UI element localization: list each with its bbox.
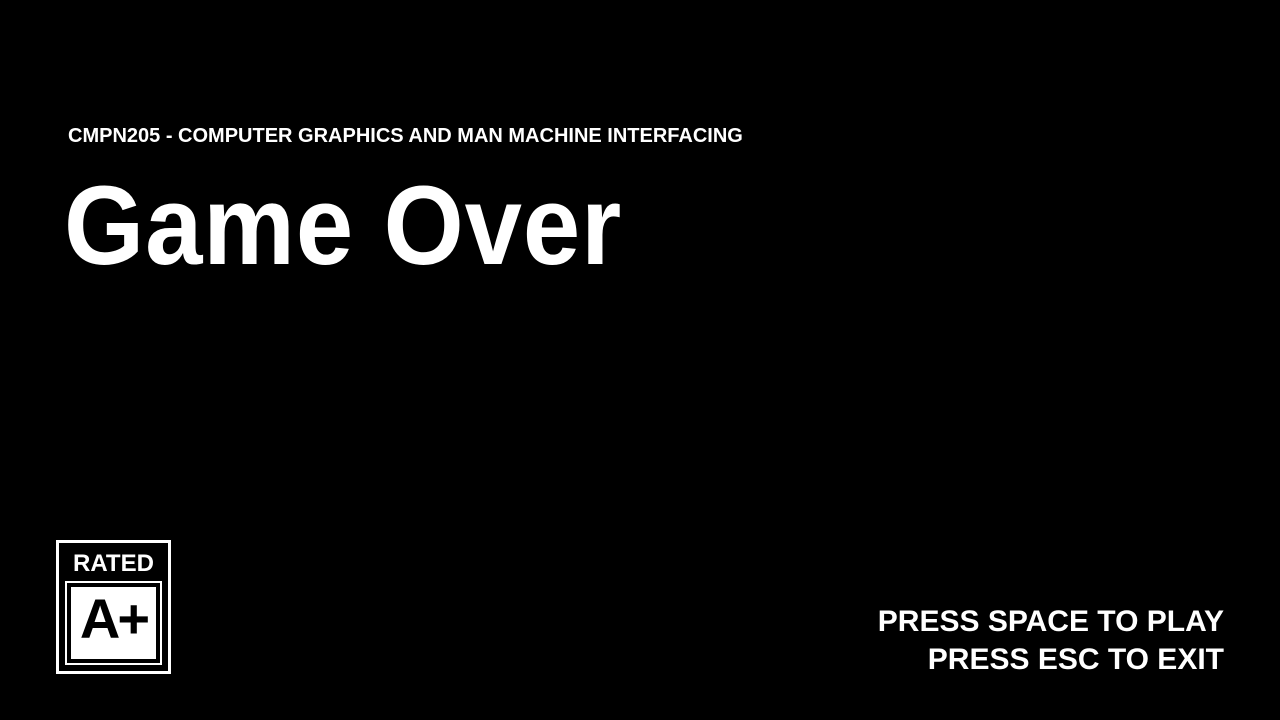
game-over-screen: CMPN205 - COMPUTER GRAPHICS AND MAN MACH… <box>0 0 1280 720</box>
rating-box: A+ <box>65 581 162 665</box>
rating-label: RATED <box>73 550 154 577</box>
rating-badge: RATED A+ <box>56 540 171 674</box>
instructions: PRESS SPACE TO PLAY PRESS ESC TO EXIT <box>878 603 1224 679</box>
rating-value: A+ <box>79 587 150 650</box>
course-title: CMPN205 - COMPUTER GRAPHICS AND MAN MACH… <box>68 125 743 147</box>
game-over-title: Game Over <box>64 163 623 288</box>
exit-instruction: PRESS ESC TO EXIT <box>927 643 1224 676</box>
play-instruction: PRESS SPACE TO PLAY <box>877 605 1224 638</box>
